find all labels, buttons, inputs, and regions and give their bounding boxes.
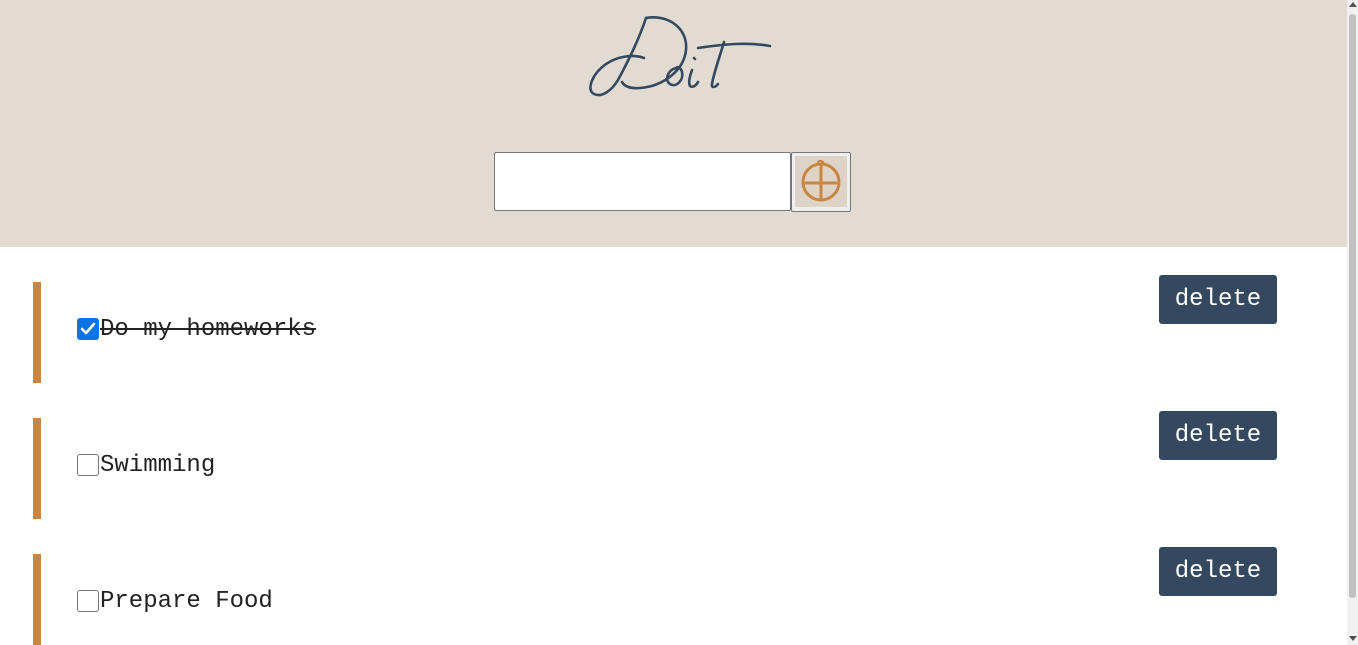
add-todo-button[interactable] xyxy=(791,152,851,212)
doit-logo-signature xyxy=(589,16,772,97)
vertical-scrollbar[interactable] xyxy=(1347,0,1358,645)
delete-button[interactable]: delete xyxy=(1159,547,1277,596)
todo-list: Do my homeworks delete Swimming delete P… xyxy=(0,247,1347,645)
delete-button[interactable]: delete xyxy=(1159,275,1277,324)
todo-item: Prepare Food delete xyxy=(33,547,1347,645)
plus-circle-icon xyxy=(801,159,841,202)
todo-label: Prepare Food xyxy=(100,588,273,615)
todo-checkbox[interactable] xyxy=(77,454,99,476)
todo-accent-bar xyxy=(33,282,41,383)
logo xyxy=(578,8,778,104)
todo-label: Swimming xyxy=(100,452,216,479)
delete-button[interactable]: delete xyxy=(1159,411,1277,460)
todo-checkbox[interactable] xyxy=(77,590,99,612)
todo-app: Do my homeworks delete Swimming delete P… xyxy=(0,0,1358,645)
scrollbar-thumb[interactable] xyxy=(1349,14,1356,598)
checkmark-icon xyxy=(80,322,96,335)
todo-item: Do my homeworks delete xyxy=(33,275,1347,383)
new-todo-input[interactable] xyxy=(494,152,791,211)
scroll-down-arrow-icon[interactable] xyxy=(1349,636,1357,641)
scroll-up-arrow-icon[interactable] xyxy=(1349,2,1357,7)
todo-accent-bar xyxy=(33,554,41,645)
header xyxy=(0,0,1347,247)
todo-checkbox[interactable] xyxy=(77,318,99,340)
todo-accent-bar xyxy=(33,418,41,519)
todo-label: Do my homeworks xyxy=(100,316,317,343)
todo-item: Swimming delete xyxy=(33,411,1347,519)
